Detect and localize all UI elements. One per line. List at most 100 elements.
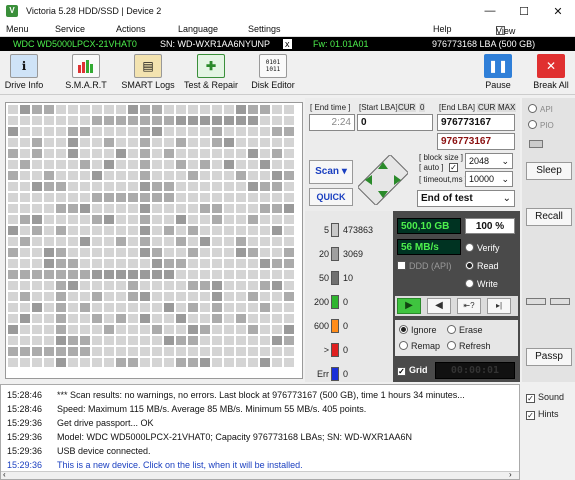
block-cell (92, 237, 102, 246)
block-cell (80, 138, 90, 147)
block-cell (200, 292, 210, 301)
hints-checkbox[interactable]: ✓ Hints (526, 409, 559, 420)
ignore-radio[interactable]: Ignore (399, 325, 437, 335)
scan-button[interactable]: Scan ▾ (309, 160, 353, 184)
scroll-left-icon[interactable]: ‹ (3, 470, 6, 479)
block-cell (284, 259, 294, 268)
break-all-button[interactable]: ✕ Break All (530, 54, 572, 94)
minimize-button[interactable]: — (473, 5, 507, 18)
log-horizontal-scrollbar[interactable]: ‹ › (1, 470, 519, 479)
block-cell (8, 215, 18, 224)
api-radio[interactable]: API (528, 104, 553, 114)
block-cell (80, 248, 90, 257)
block-cell (92, 226, 102, 235)
drive-info-button[interactable]: ℹ Drive Info (3, 54, 45, 94)
block-cell (200, 215, 210, 224)
recall-button[interactable]: Recall (526, 208, 572, 226)
menu-item-service[interactable]: Service (55, 24, 85, 34)
block-cell (176, 303, 186, 312)
ddd-api-checkbox[interactable]: DDD (API) (397, 261, 452, 271)
end-of-test-select[interactable]: End of test ⌄ (417, 190, 515, 207)
block-cell (248, 127, 258, 136)
block-map-grid[interactable] (5, 102, 303, 379)
grid-checkbox[interactable]: ✓ Grid (397, 365, 428, 376)
erase-radio[interactable]: Erase (447, 325, 483, 335)
log-panel[interactable]: 15:28:46 *** Scan results: no warnings, n… (0, 384, 520, 480)
scroll-right-icon[interactable]: › (509, 470, 512, 479)
navigation-diamond[interactable] (358, 155, 408, 205)
block-cell (236, 347, 246, 356)
block-cell (80, 171, 90, 180)
log-row[interactable]: 15:28:46 Speed: Maximum 115 MB/s. Average… (7, 404, 366, 414)
end-cur-button[interactable]: CUR (477, 103, 497, 112)
block-size-select[interactable]: 2048 ⌄ (465, 153, 513, 169)
write-radio[interactable]: Write (465, 279, 498, 289)
block-cell (224, 325, 234, 334)
maximize-button[interactable]: ☐ (507, 5, 541, 18)
block-cell (116, 226, 126, 235)
skip-button[interactable]: ⇤? (457, 298, 481, 314)
end-lba-field-2[interactable]: 976773167 (437, 133, 515, 150)
log-row[interactable]: 15:29:36 Get drive passport... OK (7, 418, 154, 428)
pio-radio[interactable]: PIO (528, 120, 554, 130)
block-cell (92, 116, 102, 125)
end-button[interactable]: ▸| (487, 298, 511, 314)
block-cell (140, 325, 150, 334)
log-row[interactable]: 15:29:36 This is a new device. Click on t… (7, 460, 303, 470)
sleep-button[interactable]: Sleep (526, 162, 572, 180)
log-row[interactable]: 15:28:46 *** Scan results: no warnings, n… (7, 390, 465, 400)
block-cell (164, 127, 174, 136)
start-cur-button[interactable]: CUR (397, 103, 417, 112)
verify-radio[interactable]: Verify (465, 243, 500, 253)
back-button[interactable]: ◀ (427, 298, 451, 314)
block-cell (128, 149, 138, 158)
menu-item-actions[interactable]: Actions (116, 24, 146, 34)
start-zero-button[interactable]: 0 (419, 103, 426, 112)
smart-button[interactable]: S.M.A.R.T (62, 54, 110, 94)
sound-checkbox[interactable]: ✓ Sound (526, 392, 564, 403)
block-cell (104, 303, 114, 312)
play-button[interactable]: ▶ (397, 298, 421, 314)
log-row[interactable]: 15:29:36 USB device connected. (7, 446, 151, 456)
block-cell (32, 259, 42, 268)
quick-button[interactable]: QUICK (309, 188, 353, 206)
block-cell (116, 204, 126, 213)
smart-logs-button[interactable]: ▤ SMART Logs (120, 54, 176, 94)
block-cell (152, 292, 162, 301)
remap-radio[interactable]: Remap (399, 341, 440, 351)
block-cell (80, 303, 90, 312)
disk-editor-button[interactable]: 0101 1011 Disk Editor (250, 54, 296, 94)
timeout-select[interactable]: 10000 ⌄ (465, 171, 513, 187)
block-cell (152, 248, 162, 257)
menu-item-settings[interactable]: Settings (248, 24, 281, 34)
log-row[interactable]: 15:29:36 Model: WDC WD5000LPCX-21VHAT0; C… (7, 432, 412, 442)
menu-item-menu[interactable]: Menu (6, 24, 29, 34)
block-cell (236, 325, 246, 334)
end-lba-field[interactable]: 976773167 (437, 114, 515, 131)
block-cell (20, 336, 30, 345)
block-cell (92, 193, 102, 202)
menu-item-language[interactable]: Language (178, 24, 218, 34)
block-cell (140, 226, 150, 235)
drive-x[interactable]: x (283, 39, 292, 49)
app-icon: V (6, 5, 18, 17)
drive-info-bar[interactable]: WDC WD5000LPCX-21VHAT0 SN: WD-WXR1AA6NYU… (0, 37, 575, 51)
percent-value: 100 (475, 221, 493, 232)
block-cell (224, 237, 234, 246)
block-cell (224, 116, 234, 125)
start-lba-field[interactable]: 0 (357, 114, 433, 131)
read-radio[interactable]: Read (465, 261, 499, 271)
test-repair-button[interactable]: ✚ Test & Repair (182, 54, 240, 94)
block-cell (116, 314, 126, 323)
end-time-field[interactable]: 2:24 (309, 114, 355, 131)
block-cell (20, 105, 30, 114)
pause-button[interactable]: ❚❚ Pause (482, 54, 514, 94)
menu-item-help[interactable]: Help (433, 24, 452, 34)
end-max-button[interactable]: MAX (497, 103, 517, 112)
auto-checkbox[interactable]: ✓ (449, 163, 458, 172)
passp-button[interactable]: Passp (526, 348, 572, 366)
refresh-radio[interactable]: Refresh (447, 341, 491, 351)
block-cell (200, 127, 210, 136)
block-cell (80, 314, 90, 323)
close-button[interactable]: ✕ (541, 5, 575, 18)
